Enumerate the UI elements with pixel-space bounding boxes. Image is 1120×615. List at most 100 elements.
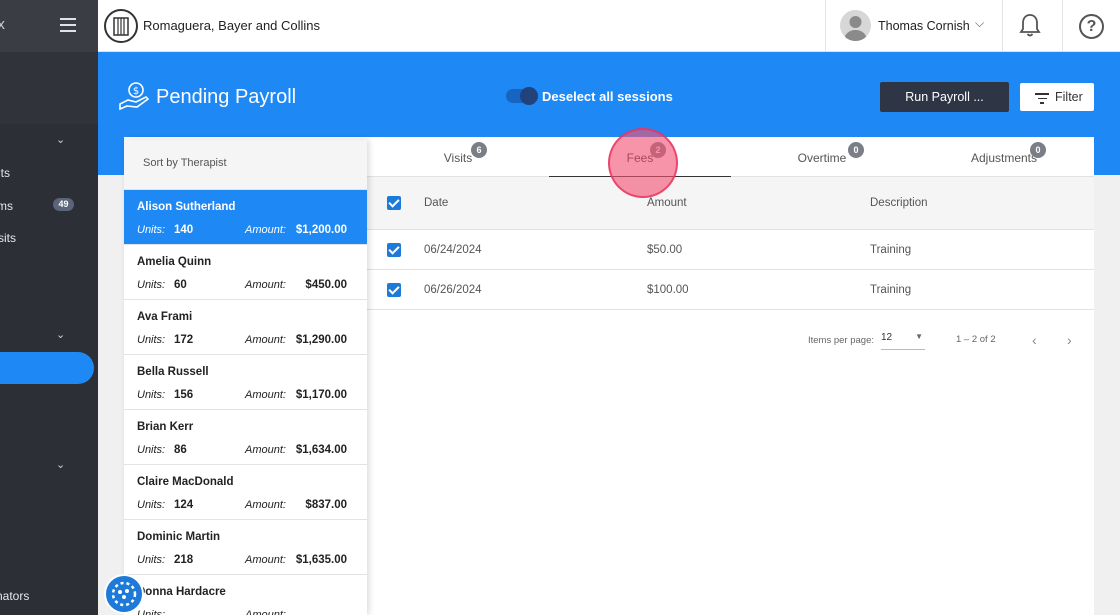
amount-value: $1,170.00 [295, 389, 347, 401]
therapist-item[interactable]: Bella Russell Units: 156 Amount: $1,170.00 [124, 355, 367, 410]
sidebar-active-item[interactable] [0, 352, 94, 384]
chevron-down-icon[interactable]: ⌄ [56, 328, 66, 341]
svg-text:$: $ [133, 86, 139, 97]
tab-visits[interactable]: Visits 6 [367, 137, 549, 177]
filter-button[interactable]: Filter [1020, 83, 1094, 111]
deselect-sessions-toggle[interactable] [506, 87, 538, 105]
filter-icon [1035, 93, 1049, 107]
select-all-checkbox[interactable] [387, 196, 401, 210]
amount-value: $837.00 [305, 499, 347, 511]
tab-label: Adjustments [970, 151, 1038, 165]
tab-adjustments[interactable]: Adjustments 0 [913, 137, 1095, 177]
tab-label: Fees [626, 151, 654, 165]
therapist-name: Dominic Martin [137, 531, 221, 543]
amount-label: Amount: [245, 279, 286, 291]
units-label: Units: [137, 389, 166, 401]
sidebar-count-badge: 49 [53, 198, 74, 211]
org-logo-icon [104, 9, 138, 43]
therapist-item[interactable]: Dominic Martin Units: 218 Amount: $1,635.00 [124, 520, 367, 575]
column-header-description[interactable]: Description [870, 197, 928, 209]
sidebar-item[interactable]: sits [0, 231, 16, 245]
amount-cell: $50.00 [647, 243, 683, 256]
amount-value: $1,290.00 [295, 334, 347, 346]
sort-by-therapist-header[interactable]: Sort by Therapist [124, 140, 367, 190]
table-header: Date Amount Description [367, 177, 1094, 230]
user-menu[interactable]: Thomas Cornish ⌵ [825, 0, 1003, 52]
tab-fees[interactable]: Fees 2 [549, 137, 731, 178]
units-value: 218 [174, 554, 194, 566]
amount-value: $450.00 [305, 279, 347, 291]
tab-overtime[interactable]: Overtime 0 [731, 137, 913, 177]
therapist-name: Ava Frami [137, 311, 193, 323]
support-chat-button[interactable] [104, 574, 144, 614]
table-row[interactable]: 06/26/2024 $100.00 Training [367, 270, 1094, 310]
units-value: 172 [174, 334, 194, 346]
date-cell: 06/26/2024 [424, 283, 482, 296]
units-label: Units: [137, 554, 166, 566]
chevron-down-icon[interactable]: ⌄ [56, 458, 66, 471]
filter-button-label: Filter [1055, 90, 1083, 104]
amount-value: $1,635.00 [295, 554, 347, 566]
next-page-icon[interactable]: › [1067, 332, 1072, 348]
chevron-down-icon[interactable]: ⌄ [56, 133, 66, 146]
units-value: 60 [174, 279, 187, 291]
therapist-name: Bella Russell [137, 366, 209, 378]
amount-value: $1,634.00 [295, 444, 347, 456]
row-checkbox[interactable] [387, 242, 401, 257]
therapist-name: Donna Hardacre [137, 586, 226, 598]
org-name: Romaguera, Bayer and Collins [143, 18, 321, 33]
amount-value: $1,200.00 [295, 224, 347, 236]
tab-count-badge: 0 [848, 142, 864, 158]
amount-cell: $100.00 [647, 283, 689, 296]
sidebar-item[interactable]: its [0, 166, 10, 180]
tab-label: Overtime [797, 151, 847, 165]
therapist-item[interactable]: Donna Hardacre Units: Amount: [124, 575, 367, 615]
prev-page-icon[interactable]: ‹ [1032, 332, 1037, 348]
brand-name: ix [0, 16, 5, 33]
menu-icon[interactable] [60, 18, 76, 32]
therapist-item[interactable]: Alison Sutherland Units: 140 Amount: $1,200.… [124, 190, 367, 245]
table-row[interactable]: 06/24/2024 $50.00 Training [367, 230, 1094, 270]
units-label: Units: [137, 279, 166, 291]
sidebar-item[interactable]: ms [0, 199, 13, 213]
therapist-name: Brian Kerr [137, 421, 194, 433]
bell-icon[interactable] [1018, 12, 1042, 43]
tabs: Visits 6 Fees 2 Overtime 0 Adjustments 0 [367, 137, 1095, 178]
therapist-name: Amelia Quinn [137, 256, 212, 268]
date-cell: 06/24/2024 [424, 243, 482, 256]
units-label: Units: [137, 444, 166, 456]
therapist-item[interactable]: Claire MacDonald Units: 124 Amount: $837.00 [124, 465, 367, 520]
description-cell: Training [870, 243, 912, 256]
help-area: ? [1062, 0, 1120, 52]
sidebar-section [0, 52, 98, 124]
help-icon[interactable]: ? [1079, 14, 1104, 39]
run-payroll-button[interactable]: Run Payroll ... [880, 82, 1009, 112]
units-label: Units: [137, 334, 166, 346]
therapist-item[interactable]: Brian Kerr Units: 86 Amount: $1,634.00 [124, 410, 367, 465]
page-title: Pending Payroll [156, 86, 297, 108]
amount-label: Amount: [245, 334, 286, 346]
sidebar-item[interactable]: nators [0, 589, 29, 603]
user-name: Thomas Cornish [878, 19, 970, 33]
column-header-date[interactable]: Date [424, 197, 448, 209]
therapist-name: Alison Sutherland [137, 201, 236, 213]
page-size-select[interactable]: 12 ▼ [881, 332, 925, 350]
therapist-item[interactable]: Ava Frami Units: 172 Amount: $1,290.00 [124, 300, 367, 355]
column-header-amount[interactable]: Amount [647, 197, 687, 209]
units-value: 86 [174, 444, 187, 456]
row-checkbox[interactable] [387, 282, 401, 297]
units-value: 124 [174, 499, 194, 511]
chevron-down-icon[interactable]: ⌵ [975, 16, 984, 31]
tab-label: Visits [443, 151, 473, 165]
therapist-item[interactable]: Amelia Quinn Units: 60 Amount: $450.00 [124, 245, 367, 300]
dropdown-arrow-icon: ▼ [915, 332, 923, 341]
amount-label: Amount: [245, 609, 286, 615]
amount-label: Amount: [245, 224, 286, 236]
toggle-label: Deselect all sessions [542, 89, 673, 104]
therapist-name: Claire MacDonald [137, 476, 234, 488]
amount-label: Amount: [245, 389, 286, 401]
page-size-value: 12 [881, 332, 893, 343]
description-cell: Training [870, 283, 912, 296]
items-per-page-label: Items per page: [808, 335, 875, 346]
amount-label: Amount: [245, 499, 286, 511]
